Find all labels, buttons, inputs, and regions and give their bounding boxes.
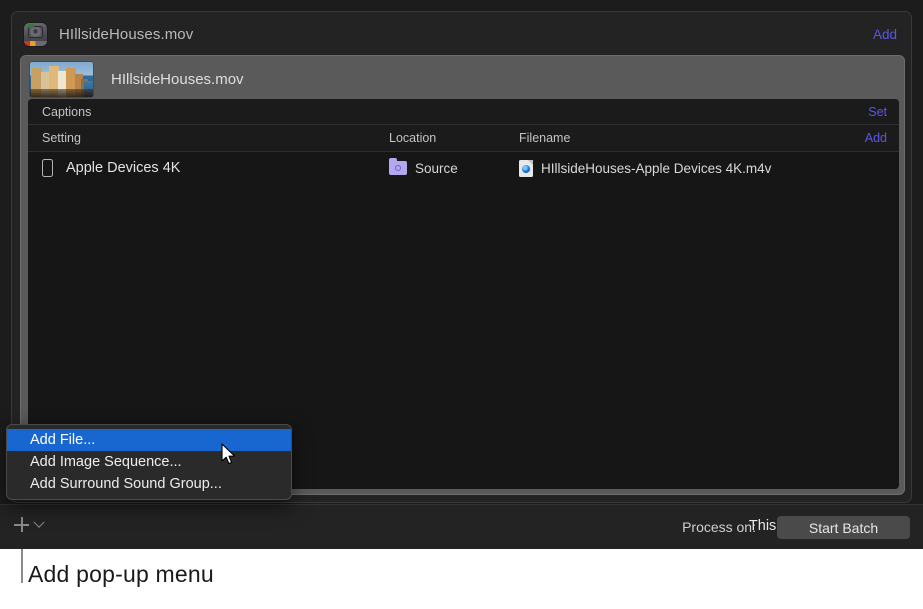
- settings-add-link[interactable]: Add: [865, 131, 887, 145]
- compressor-window: HIllsideHouses.mov Add HIllsideHouses.mo…: [0, 0, 923, 549]
- callout-leader-line: [21, 549, 23, 583]
- hillside-houses-thumbnail: [30, 62, 93, 97]
- column-header-filename: Filename: [519, 131, 865, 145]
- captions-row: Captions Set: [28, 99, 899, 125]
- job-title: HIllsideHouses.mov: [59, 26, 193, 43]
- add-popup-button[interactable]: [14, 517, 43, 532]
- cell-filename: HIllsideHouses-Apple Devices 4K.m4v: [519, 160, 887, 177]
- screenshot-root: HIllsideHouses.mov Add HIllsideHouses.mo…: [0, 0, 923, 609]
- chevron-down-icon: [33, 516, 44, 527]
- callout-label: Add pop-up menu: [28, 561, 214, 588]
- file-name: HIllsideHouses.mov: [111, 71, 244, 88]
- menu-item-add-image-sequence[interactable]: Add Image Sequence...: [7, 451, 291, 473]
- device-icon: [42, 159, 53, 177]
- plus-icon: [14, 517, 29, 532]
- menu-item-add-file[interactable]: Add File...: [7, 429, 291, 451]
- column-header-setting: Setting: [42, 131, 389, 145]
- captions-set-link[interactable]: Set: [868, 105, 887, 119]
- movie-document-icon: [519, 160, 533, 177]
- output-filename: HIllsideHouses-Apple Devices 4K.m4v: [541, 161, 771, 176]
- app-icon-highlight: [28, 24, 34, 28]
- process-on-label: Process on:: [682, 519, 756, 535]
- start-batch-button[interactable]: Start Batch: [777, 516, 910, 539]
- table-row[interactable]: Apple Devices 4K Source HIllsideHouses-A…: [28, 152, 899, 184]
- bottom-toolbar: Process on: This Computer Start Batch: [0, 504, 923, 549]
- captions-label: Captions: [42, 105, 91, 119]
- cell-location: Source: [389, 161, 519, 176]
- column-header-location: Location: [389, 131, 519, 145]
- settings-folder-icon: [389, 161, 407, 175]
- job-add-link[interactable]: Add: [873, 27, 897, 42]
- menu-item-add-surround-sound-group[interactable]: Add Surround Sound Group...: [7, 473, 291, 495]
- setting-name: Apple Devices 4K: [66, 160, 180, 176]
- file-card-header: HIllsideHouses.mov: [21, 56, 904, 103]
- column-header-row: Setting Location Filename Add: [28, 125, 899, 152]
- job-header: HIllsideHouses.mov Add: [12, 12, 911, 57]
- compressor-app-icon: [24, 23, 47, 46]
- add-popup-menu[interactable]: Add File... Add Image Sequence... Add Su…: [6, 424, 292, 500]
- location-name: Source: [415, 161, 458, 176]
- cell-setting: Apple Devices 4K: [42, 159, 389, 177]
